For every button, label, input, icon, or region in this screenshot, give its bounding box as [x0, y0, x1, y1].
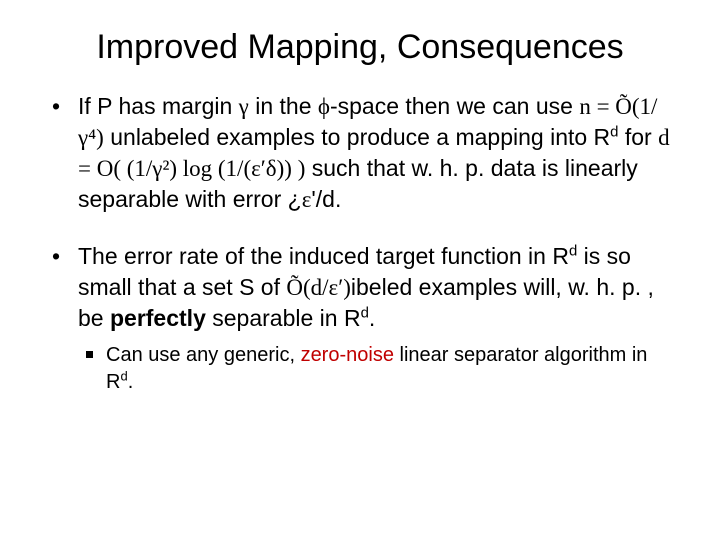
bullet-1: If P has margin γ in the ϕ-space then we… [42, 91, 678, 215]
slide-title: Improved Mapping, Consequences [42, 28, 678, 67]
text: ε [302, 187, 312, 212]
text: Can use any generic, [106, 344, 301, 366]
text-red: zero-noise [301, 344, 394, 366]
bullet-2: The error rate of the induced target fun… [42, 241, 678, 396]
sub-bullet-1: Can use any generic, zero-noise linear s… [78, 342, 678, 396]
text: '/d. [311, 186, 341, 212]
sub-list: Can use any generic, zero-noise linear s… [78, 342, 678, 396]
slide: Improved Mapping, Consequences If P has … [0, 0, 720, 540]
sup: d [361, 305, 369, 322]
text: unlabeled examples to produce a mapping … [104, 124, 610, 150]
text-bold: perfectly [110, 305, 206, 331]
text: separable in R [206, 305, 361, 331]
text: for [618, 124, 658, 150]
text: ϕ [318, 94, 330, 119]
bullet-list: If P has margin γ in the ϕ-space then we… [42, 91, 678, 396]
text: If P has margin [78, 93, 239, 119]
math-expr: Õ(d/ε′) [286, 275, 351, 300]
text: in the [249, 93, 318, 119]
sup: d [120, 369, 127, 384]
text: The error rate of the induced target fun… [78, 243, 569, 269]
text: . [128, 371, 134, 393]
text: -space then we can use [330, 93, 579, 119]
text: . [369, 305, 375, 331]
text: γ [239, 94, 249, 119]
